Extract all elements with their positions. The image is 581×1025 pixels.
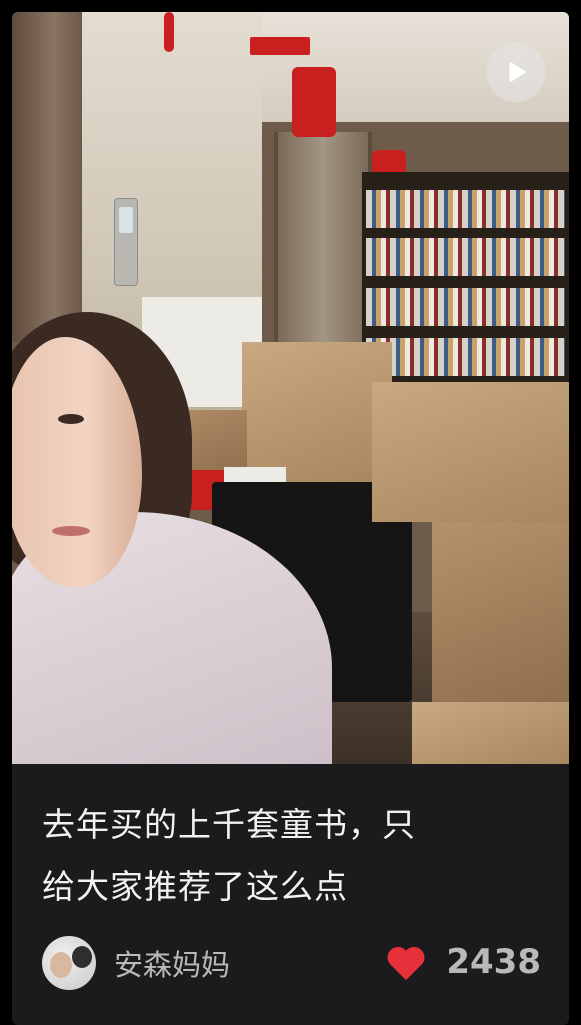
scene-eye: [58, 414, 84, 424]
like-count: 2438: [446, 942, 541, 982]
scene-mouth: [52, 526, 90, 536]
like-section[interactable]: 2438: [384, 942, 541, 982]
avatar[interactable]: [42, 936, 96, 990]
caption-line: 给大家推荐了这么点: [42, 867, 348, 906]
post-caption[interactable]: 去年买的上千套童书，只 给大家推荐了这么点: [42, 794, 542, 918]
scene-box: [372, 382, 569, 522]
scene-elevator: [274, 132, 372, 362]
scene-elevator-panel: [114, 198, 138, 286]
scene-box: [432, 522, 569, 712]
heart-icon[interactable]: [384, 942, 428, 982]
scene-box: [412, 702, 569, 764]
scene-lantern: [164, 12, 174, 52]
scene-lantern-bracket: [250, 37, 310, 55]
scene-lantern: [292, 67, 336, 137]
post-card[interactable]: 去年买的上千套童书，只 给大家推荐了这么点 安森妈妈 2438: [12, 12, 569, 1025]
video-thumbnail[interactable]: [12, 12, 569, 764]
caption-line: 去年买的上千套童书，只: [42, 805, 416, 844]
play-icon: [509, 62, 526, 82]
scene-bookshelf: [362, 172, 569, 392]
scene-box: [242, 342, 392, 482]
scene-pillar: [12, 12, 82, 342]
play-button[interactable]: [486, 42, 546, 102]
author-info[interactable]: 安森妈妈: [42, 936, 230, 990]
author-name[interactable]: 安森妈妈: [114, 942, 230, 984]
